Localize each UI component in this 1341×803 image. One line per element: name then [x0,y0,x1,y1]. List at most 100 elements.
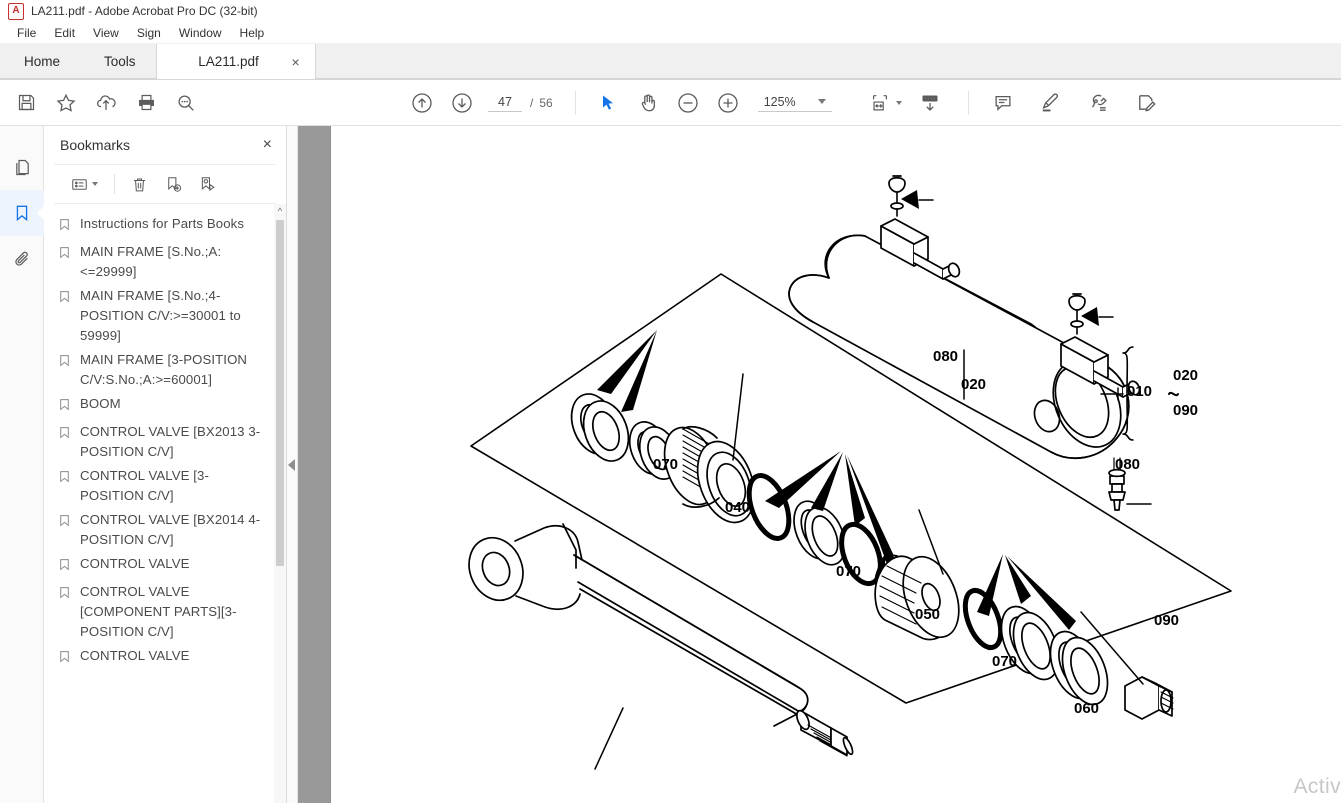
bookmark-icon [58,646,80,670]
list-item[interactable]: CONTROL VALVE [44,644,286,672]
callout-070-1: 070 [653,456,679,473]
zoom-level-dropdown[interactable]: 125% [757,94,832,112]
document-area[interactable]: 080 020 010 020 090 080 070 040 070 050 … [298,126,1341,803]
chevron-down-icon [92,182,98,186]
collapse-panel-icon[interactable] [288,458,295,471]
list-item[interactable]: MAIN FRAME [3-POSITION C/V:S.No.;A:>=600… [44,348,286,392]
edit-bookmark-icon[interactable] [191,170,223,198]
rail-bookmarks[interactable] [0,190,44,236]
navigation-rail [0,126,44,803]
page-number-box: / 56 [488,93,553,112]
rail-page-thumbnails[interactable] [0,144,44,190]
bookmark-icon [58,394,80,418]
list-item[interactable]: CONTROL VALVE [BX2014 4-POSITION C/V] [44,508,286,552]
list-item[interactable]: MAIN FRAME [S.No.;4-POSITION C/V:>=30001… [44,284,286,348]
bookmark-label: MAIN FRAME [S.No.;4-POSITION C/V:>=30001… [80,288,241,343]
bookmarks-scrollbar[interactable]: ^ [274,204,286,803]
bookmark-options-icon[interactable] [66,170,106,198]
page-fit-chevron-down-icon[interactable] [895,100,902,105]
delete-bookmark-icon[interactable] [123,170,155,198]
star-icon[interactable] [46,86,86,120]
panel-title: Bookmarks [60,137,131,153]
previous-page-icon[interactable] [402,86,442,120]
menu-bar: File Edit View Sign Window Help [0,22,1341,43]
menu-help[interactable]: Help [231,24,274,42]
highlight-icon[interactable] [1031,86,1071,120]
scrollbar-thumb[interactable] [276,220,284,566]
list-item[interactable]: CONTROL VALVE [3-POSITION C/V] [44,464,286,508]
callout-010: 010 [1127,383,1153,400]
menu-file[interactable]: File [8,24,45,42]
menu-edit[interactable]: Edit [45,24,84,42]
parts-diagram: 080 020 010 020 090 080 070 040 070 050 … [331,126,1339,803]
comment-icon[interactable] [983,86,1023,120]
cloud-upload-icon[interactable] [86,86,126,120]
callout-080: 080 [933,348,959,365]
new-bookmark-icon[interactable] [157,170,189,198]
zoom-level-value: 125% [763,94,796,109]
toolbar-tools-group: 125% [588,86,832,120]
list-item[interactable]: Instructions for Parts Books [44,212,286,240]
bookmark-icon [58,350,80,374]
document-gutter [298,126,331,803]
tab-document[interactable]: LA211.pdf × [155,44,316,79]
toolbar-navigation-group: / 56 [402,86,553,120]
hand-tool-icon[interactable] [628,86,668,120]
close-icon[interactable]: × [263,137,272,153]
scroll-mode-icon[interactable] [910,86,950,120]
bookmark-icon [58,554,80,578]
bookmark-label: Instructions for Parts Books [80,216,245,231]
list-item[interactable]: BOOM [44,392,286,420]
list-item[interactable]: MAIN FRAME [S.No.;A:<=29999] [44,240,286,284]
page-number-input[interactable] [488,93,522,112]
bookmark-icon [58,214,80,238]
menu-window[interactable]: Window [170,24,231,42]
toolbar-left-group [6,86,206,120]
bookmark-label: CONTROL VALVE [BX2014 4-POSITION C/V] [80,512,261,547]
zoom-in-icon[interactable] [708,86,748,120]
bookmark-icon [58,242,80,266]
bookmarks-list[interactable]: Instructions for Parts Books MAIN FRAME … [44,204,286,803]
bookmark-label: BOOM [80,396,121,411]
pdf-page[interactable]: 080 020 010 020 090 080 070 040 070 050 … [331,126,1341,803]
tab-strip: Home Tools LA211.pdf × [0,43,1341,80]
callout-090: 090 [1154,612,1180,629]
tab-tools[interactable]: Tools [84,44,156,79]
acrobat-icon [8,2,24,20]
list-item[interactable]: CONTROL VALVE [BX2013 3-POSITION C/V] [44,420,286,464]
title-bar: LA211.pdf - Adobe Acrobat Pro DC (32-bit… [0,0,1341,22]
callout-070-3: 070 [992,653,1018,670]
tab-home[interactable]: Home [0,44,84,79]
select-cursor-icon[interactable] [588,86,628,120]
menu-sign[interactable]: Sign [128,24,170,42]
panel-splitter[interactable] [287,126,298,803]
save-icon[interactable] [6,86,46,120]
main-toolbar: / 56 [0,80,1341,126]
bookmark-label: MAIN FRAME [S.No.;A:<=29999] [80,244,222,279]
bookmark-label: CONTROL VALVE [80,648,190,663]
chevron-down-icon [817,99,826,104]
close-icon[interactable]: × [285,55,307,69]
window-title: LA211.pdf - Adobe Acrobat Pro DC (32-bit… [31,4,258,18]
callout-050: 050 [915,606,941,623]
list-item[interactable]: CONTROL VALVE [COMPONENT PARTS][3-POSITI… [44,580,286,644]
bookmark-icon [58,286,80,310]
next-page-icon[interactable] [442,86,482,120]
fill-and-sign-icon[interactable] [1127,86,1167,120]
rail-attachments[interactable] [0,236,44,282]
print-icon[interactable] [126,86,166,120]
menu-view[interactable]: View [84,24,128,42]
sign-icon[interactable] [1079,86,1119,120]
bookmarks-toolbar [54,164,276,204]
callout-020-range-start: 020 [1173,367,1199,384]
callout-070-2: 070 [836,563,862,580]
list-item[interactable]: CONTROL VALVE [44,552,286,580]
search-icon[interactable] [166,86,206,120]
page-fit-icon[interactable] [860,86,900,120]
scroll-up-icon[interactable]: ^ [274,204,286,218]
zoom-out-icon[interactable] [668,86,708,120]
page-separator: / [530,95,534,110]
callout-060: 060 [1074,700,1100,717]
page-total: 56 [539,95,553,110]
callout-080-2: 080 [1115,456,1141,473]
